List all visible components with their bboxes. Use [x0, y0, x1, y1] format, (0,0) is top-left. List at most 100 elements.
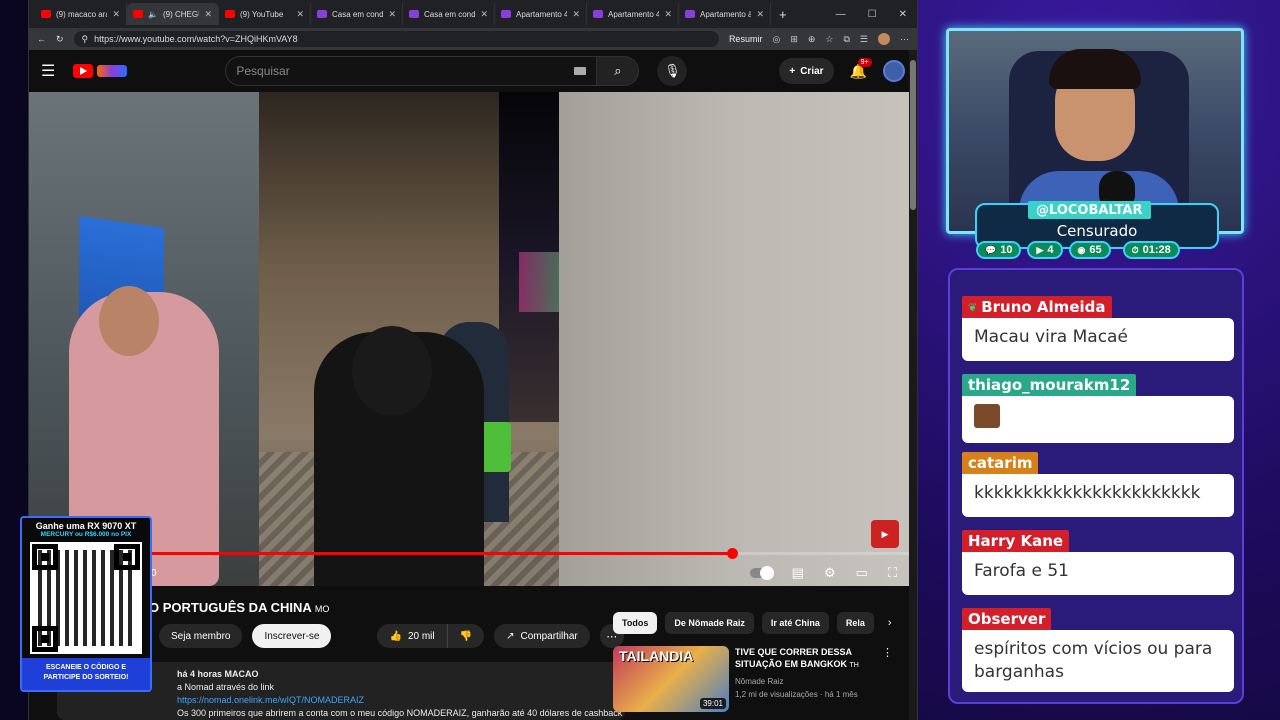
resumir-button[interactable]: Resumir	[729, 34, 763, 44]
speaker-icon[interactable]: 🔈	[148, 10, 158, 19]
join-button[interactable]: Seja membro	[159, 624, 243, 648]
qr-finder	[32, 544, 58, 570]
tab-strip: (9) macaco aran ✕ 🔈 (9) CHEGUE ✕ (9) YouTub…	[29, 0, 917, 28]
settings-gear-icon[interactable]: ⚙	[824, 565, 836, 581]
close-icon[interactable]: ✕	[112, 9, 120, 20]
close-icon[interactable]: ✕	[388, 9, 396, 20]
youtube-logo[interactable]	[73, 64, 128, 78]
account-avatar[interactable]	[883, 60, 905, 82]
menu-icon[interactable]: ☰	[41, 61, 55, 81]
star-icon[interactable]: ☆	[825, 34, 833, 45]
chat-message: Observer espíritos com vícios ou para ba…	[962, 608, 1234, 692]
close-window-icon[interactable]: ✕	[899, 9, 907, 20]
player-controls-right: ▤ ⚙ ▭ ⛶	[749, 565, 897, 581]
channel-name[interactable]: Nômade Raiz	[735, 675, 876, 688]
browser-tab[interactable]: Apartamento 4 ✕	[587, 3, 679, 25]
leaf-icon: ❦	[968, 300, 978, 314]
zoom-icon[interactable]: ⊕	[808, 34, 816, 45]
tab-title: (9) macaco aran	[56, 9, 107, 19]
close-icon[interactable]: ✕	[480, 9, 488, 20]
video-frame	[99, 286, 159, 356]
subscribe-watermark[interactable]: ▶	[871, 520, 899, 548]
favorites-icon[interactable]: ☰	[860, 34, 868, 45]
captions-icon[interactable]: ▤	[792, 565, 804, 581]
search-input[interactable]: Pesquisar	[225, 56, 598, 86]
giveaway-qr-banner: Ganhe uma RX 9070 XT MERCURY ou R$6.000 …	[20, 516, 152, 692]
notifications-button[interactable]: 🔔 9+	[850, 57, 872, 80]
chip-topic[interactable]: Ir até China	[761, 612, 829, 634]
browser-tab[interactable]: Apartamento 4 ✕	[495, 3, 587, 25]
create-button[interactable]: + Criar	[779, 58, 834, 84]
keyboard-icon[interactable]	[574, 67, 587, 75]
streamer-handle: @LOCOBALTAR	[1028, 201, 1151, 219]
chat-count: 10	[1000, 244, 1013, 256]
summary-icon[interactable]: ◎	[772, 34, 780, 45]
dislike-button[interactable]: 👎	[447, 624, 485, 648]
description-line: Os 300 primeiros que abrirem a conta com…	[177, 708, 623, 718]
promo-cta-line: ESCANEIE O CÓDIGO E	[45, 664, 127, 671]
browser-tab-active[interactable]: 🔈 (9) CHEGUE ✕	[127, 3, 219, 25]
doodle-icon	[97, 65, 128, 77]
search-button[interactable]: ⌕	[597, 56, 640, 86]
chat-username: thiago_mourakm12	[962, 374, 1137, 396]
apps-icon[interactable]: ⊞	[790, 34, 798, 45]
timer-badge: ⏱ 01:28	[1122, 241, 1180, 259]
more-vert-icon[interactable]: ⋮	[882, 646, 893, 712]
browser-tab[interactable]: Casa em condo ✕	[311, 3, 403, 25]
video-thumbnail[interactable]: TAILANDIA 39:01	[613, 646, 729, 712]
new-tab-icon[interactable]: +	[779, 7, 787, 22]
chip-all[interactable]: Todos	[613, 612, 658, 634]
page-scrollbar[interactable]	[909, 50, 917, 720]
close-icon[interactable]: ✕	[664, 9, 672, 20]
fullscreen-icon[interactable]: ⛶	[888, 565, 897, 581]
close-icon[interactable]: ✕	[204, 9, 212, 20]
browser-tab[interactable]: Apartamento à ✕	[679, 3, 771, 25]
progress-handle[interactable]	[727, 548, 738, 559]
chip-related[interactable]: Rela	[836, 612, 874, 634]
voice-search-button[interactable]: 🎙	[657, 56, 688, 86]
profile-avatar[interactable]	[878, 33, 890, 45]
scrollbar-thumb[interactable]	[910, 60, 916, 210]
browser-tab[interactable]: (9) macaco aran ✕	[35, 3, 127, 25]
player-controls: 0 ▤ ⚙ ▭ ⛶	[29, 560, 909, 586]
subscribe-label: Inscrever-se	[264, 630, 320, 642]
webcam-frame	[1049, 49, 1141, 89]
close-icon[interactable]: ✕	[296, 9, 304, 20]
like-count: 20 mil	[407, 630, 435, 642]
chat-username: catarim	[962, 452, 1039, 474]
site-info-icon[interactable]: ⚲	[82, 34, 89, 45]
close-icon[interactable]: ✕	[756, 9, 764, 20]
url-field[interactable]: ⚲ https://www.youtube.com/watch?v=ZHQiHK…	[73, 31, 719, 47]
like-button[interactable]: 👍 20 mil	[377, 624, 448, 648]
browser-tab[interactable]: (9) YouTube ✕	[219, 3, 311, 25]
video-duration: 39:01	[699, 698, 726, 709]
close-icon[interactable]: ✕	[572, 9, 580, 20]
maximize-icon[interactable]: ☐	[868, 9, 877, 20]
reload-icon[interactable]: ↻	[56, 34, 64, 45]
chip-channel[interactable]: De Nômade Raiz	[665, 612, 754, 634]
recommended-video[interactable]: TAILANDIA 39:01 TIVE QUE CORRER DESSA SI…	[613, 646, 893, 712]
minimize-icon[interactable]: —	[836, 9, 846, 20]
window-controls: — ☐ ✕	[836, 9, 917, 20]
video-frame	[314, 326, 484, 586]
share-button[interactable]: ↗ Compartilhar	[494, 624, 590, 648]
extensions-icon[interactable]: ⧉	[843, 34, 849, 45]
youtube-icon	[225, 10, 235, 18]
theater-mode-icon[interactable]: ▭	[856, 565, 868, 581]
progress-bar[interactable]	[29, 548, 909, 559]
recommended-info: TIVE QUE CORRER DESSA SITUAÇÃO EM BANGKO…	[735, 646, 876, 712]
autoplay-toggle[interactable]	[749, 566, 774, 580]
video-title: O PORTUGUÊS DA CHINA MO	[149, 600, 329, 615]
video-player[interactable]: ▶ 0 ▤ ⚙ ▭ ⛶	[29, 92, 909, 586]
like-dislike-group: 👍 20 mil 👎	[377, 624, 485, 648]
chevron-right-icon[interactable]: ›	[882, 612, 892, 634]
browser-tab[interactable]: Casa em condo ✕	[403, 3, 495, 25]
back-icon[interactable]: ←	[37, 34, 46, 44]
chat-icon: 💬	[985, 244, 997, 255]
recommended-title[interactable]: TIVE QUE CORRER DESSA SITUAÇÃO EM BANGKO…	[735, 646, 876, 672]
subscribe-button[interactable]: Inscrever-se	[252, 624, 332, 648]
qr-finder	[114, 544, 140, 570]
tab-title: (9) YouTube	[240, 9, 284, 19]
description-link[interactable]: https://nomad.onelink.me/wIQT/NOMADERAIZ	[177, 694, 625, 707]
more-icon[interactable]: ⋯	[900, 34, 909, 45]
